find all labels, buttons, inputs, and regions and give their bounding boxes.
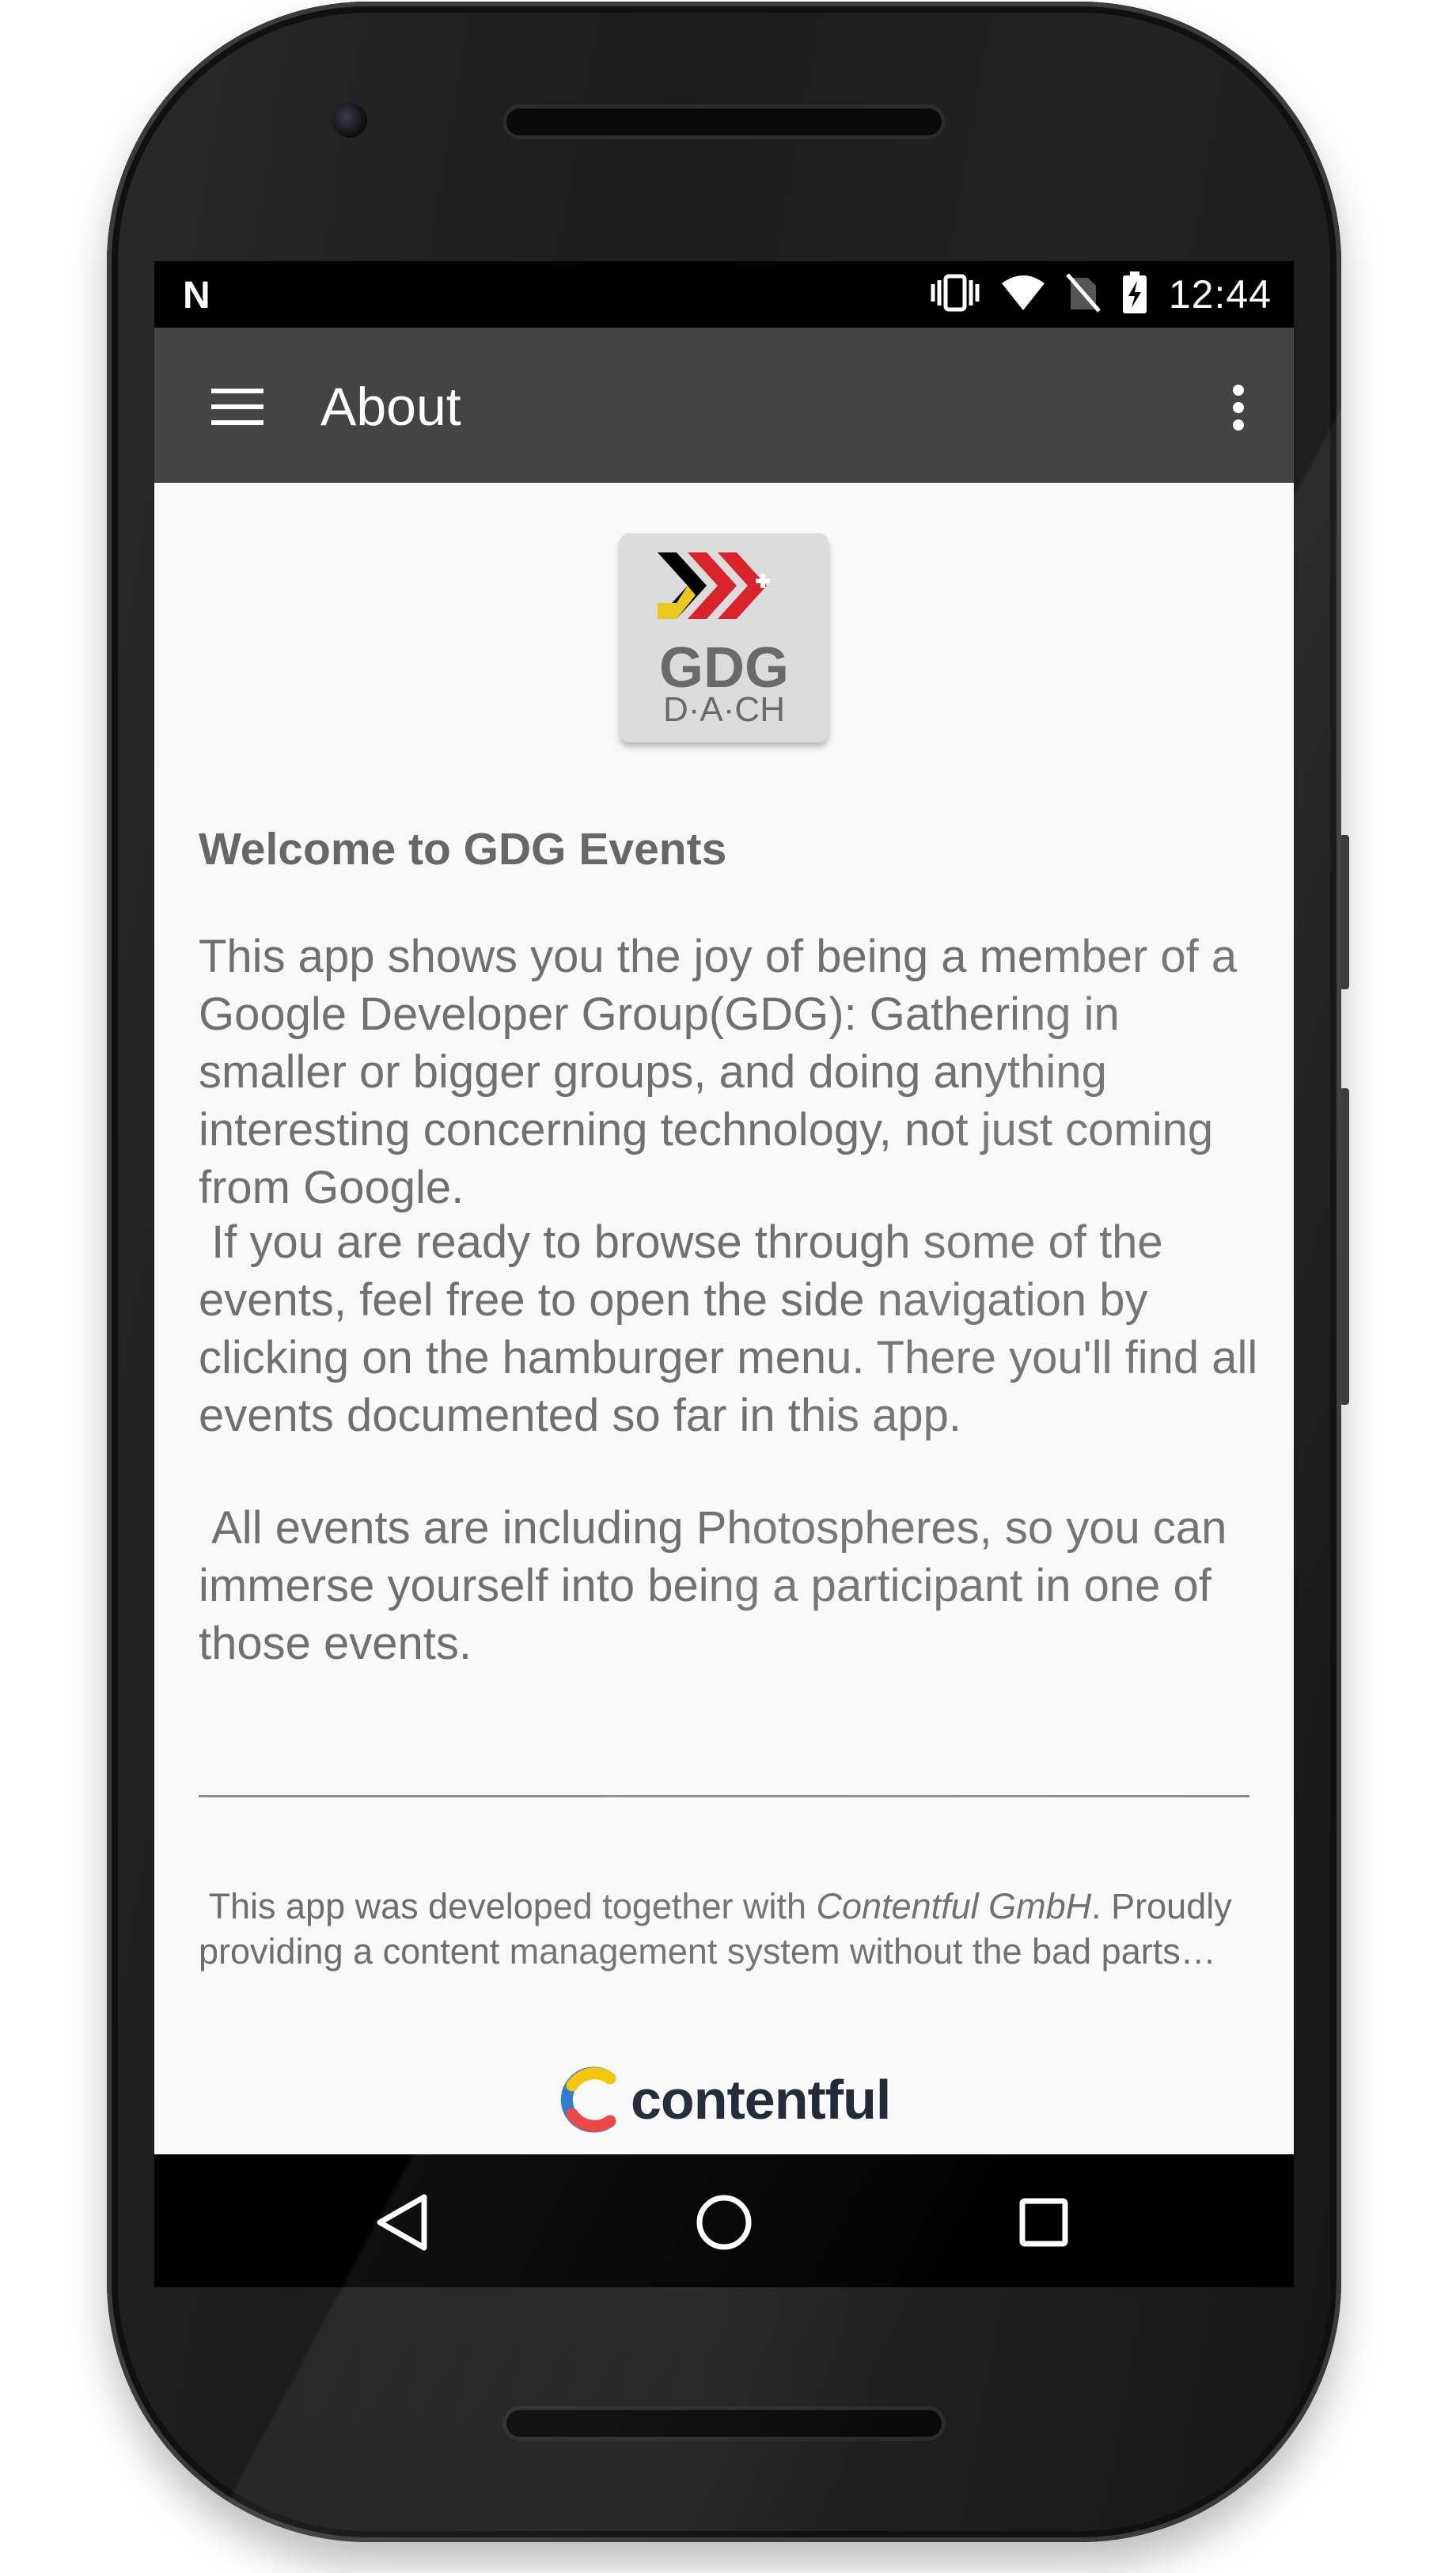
more-vert-icon[interactable] [1215, 372, 1262, 443]
status-bar: N 12:44 [154, 261, 1294, 328]
clock: 12:44 [1168, 272, 1272, 317]
notification-brand-icon: N [183, 275, 210, 317]
wifi-icon [1001, 274, 1045, 316]
contentful-wordmark: contentful [631, 2069, 891, 2131]
hamburger-menu-icon[interactable] [194, 375, 281, 438]
company-name: Contentful GmbH [816, 1886, 1092, 1926]
bottom-speaker [502, 2406, 946, 2441]
power-button [1340, 835, 1349, 989]
battery-charging-icon [1121, 271, 1148, 318]
about-paragraph-1: This app shows you the joy of being a me… [199, 931, 1238, 1213]
screen: N 12:44 About GDG D·A·CH Welcome to GDG … [154, 261, 1294, 2287]
front-camera [332, 103, 367, 138]
about-paragraph-3: All events are including Photospheres, s… [199, 1502, 1240, 1669]
credits-text-before: This app was developed together with [199, 1886, 817, 1926]
volume-button [1340, 1088, 1349, 1405]
home-icon[interactable] [691, 2189, 757, 2256]
system-nav-bar [154, 2154, 1294, 2287]
no-sim-icon [1065, 272, 1101, 317]
about-content: GDG D·A·CH Welcome to GDG Events This ap… [154, 483, 1294, 2154]
about-paragraph-2: If you are ready to browse through some … [199, 1216, 1271, 1441]
contentful-logo-icon [560, 2066, 616, 2133]
vibrate-icon [930, 273, 980, 317]
toolbar-title: About [320, 377, 461, 437]
top-speaker [502, 104, 946, 139]
back-icon[interactable] [368, 2189, 434, 2256]
gdg-dach-logo: GDG D·A·CH [620, 533, 828, 742]
welcome-heading: Welcome to GDG Events [199, 824, 727, 875]
contentful-logo[interactable]: contentful [559, 2064, 891, 2135]
app-toolbar: About [154, 328, 1294, 483]
logo-text-dach: D·A·CH [663, 690, 785, 729]
recents-icon[interactable] [1010, 2189, 1077, 2256]
status-icons: 12:44 [930, 271, 1272, 318]
divider [199, 1795, 1249, 1797]
credits-text: This app was developed together with Con… [199, 1884, 1259, 1974]
